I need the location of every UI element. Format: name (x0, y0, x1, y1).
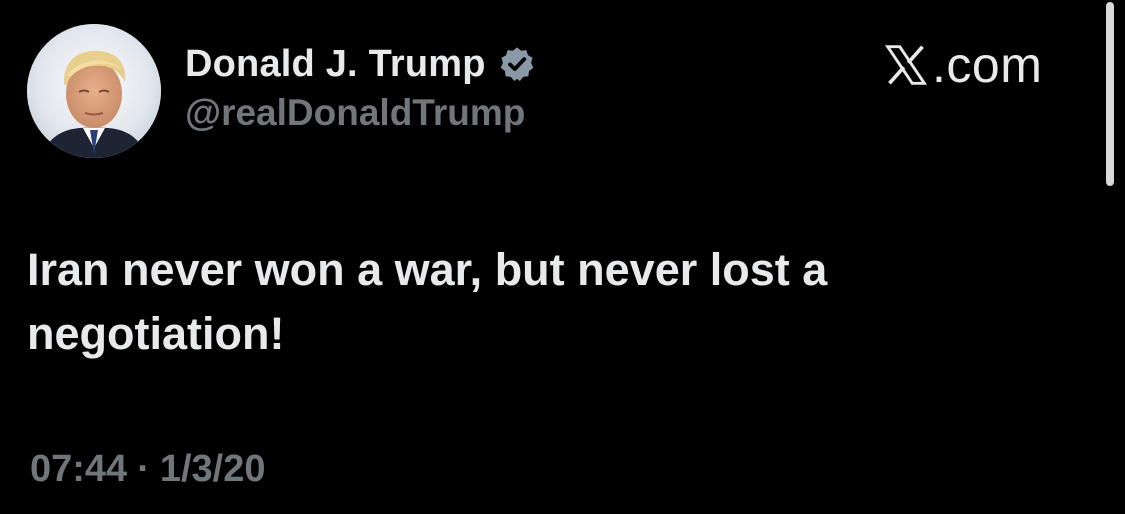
author-name[interactable]: Donald J. Trump (185, 43, 486, 86)
brand-watermark: .com (884, 34, 1042, 96)
tweet-text: Iran never won a war, but never lost a n… (27, 244, 828, 359)
verified-badge-icon (500, 47, 534, 81)
tweet-date[interactable]: 1/3/20 (160, 448, 266, 491)
tweet-card: Donald J. Trump @realDonaldTrump .com Ir… (0, 0, 1125, 514)
profile-photo-icon (27, 24, 161, 158)
tweet-meta: 07:44 · 1/3/20 (30, 448, 266, 491)
meta-separator: · (137, 448, 150, 490)
avatar[interactable] (27, 24, 161, 158)
scrollbar[interactable] (1106, 2, 1114, 186)
x-logo-icon (884, 45, 928, 85)
tweet-time[interactable]: 07:44 (30, 448, 127, 491)
brand-text: .com (932, 37, 1043, 93)
name-row: Donald J. Trump (185, 38, 536, 90)
author-handle[interactable]: @realDonaldTrump (185, 92, 536, 134)
author-block: Donald J. Trump @realDonaldTrump (185, 38, 536, 134)
